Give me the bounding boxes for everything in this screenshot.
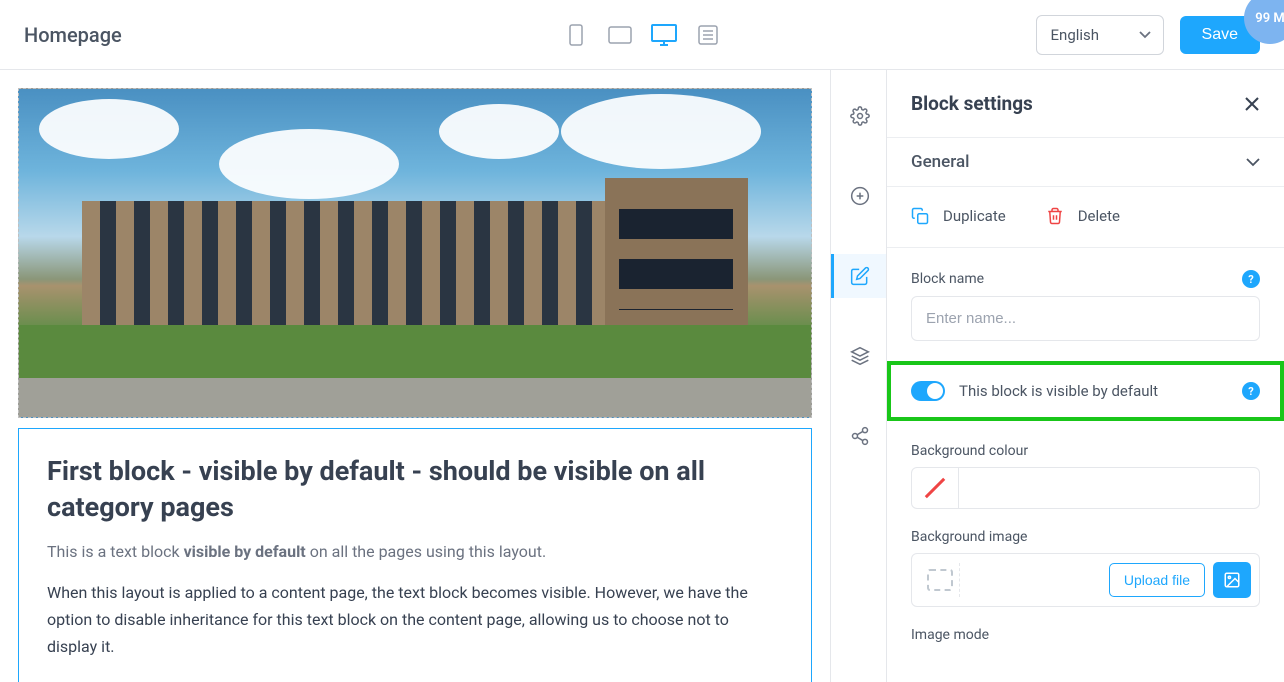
visibility-setting-highlight: This block is visible by default ? bbox=[887, 361, 1284, 421]
chevron-down-icon bbox=[1246, 158, 1260, 167]
viewport-switcher bbox=[562, 21, 722, 49]
desktop-icon bbox=[651, 24, 677, 46]
field-image-mode: Image mode bbox=[911, 627, 1260, 643]
block-name-label: Block name bbox=[911, 271, 984, 287]
duplicate-label: Duplicate bbox=[943, 207, 1006, 225]
sub-bold: visible by default bbox=[184, 542, 306, 561]
block-body: When this layout is applied to a content… bbox=[47, 579, 783, 661]
block-name-label-row: Block name ? bbox=[911, 270, 1260, 288]
image-library-button[interactable] bbox=[1213, 562, 1251, 598]
panel-header: Block settings bbox=[887, 70, 1284, 137]
mobile-icon bbox=[569, 24, 583, 46]
delete-button[interactable]: Delete bbox=[1046, 207, 1120, 225]
upload-file-button[interactable]: Upload file bbox=[1109, 563, 1205, 597]
block-heading: First block - visible by default - shoul… bbox=[47, 453, 783, 526]
gear-icon bbox=[850, 106, 870, 126]
help-icon[interactable]: ? bbox=[1242, 270, 1260, 288]
viewport-desktop[interactable] bbox=[650, 21, 678, 49]
menu-icon bbox=[698, 25, 718, 45]
sub-suffix: on all the pages using this layout. bbox=[306, 542, 546, 561]
trash-icon bbox=[1046, 207, 1064, 225]
section-general-body: Duplicate Delete Block name ? bbox=[887, 187, 1284, 671]
colour-value[interactable] bbox=[959, 467, 1260, 509]
image-mode-label: Image mode bbox=[911, 627, 989, 643]
panel-title: Block settings bbox=[911, 92, 1033, 115]
rail-share[interactable] bbox=[831, 414, 886, 458]
slash-icon bbox=[925, 478, 945, 498]
image-icon bbox=[1223, 571, 1241, 589]
layers-icon bbox=[850, 346, 870, 366]
rail-layers[interactable] bbox=[831, 334, 886, 378]
duplicate-icon bbox=[911, 207, 929, 225]
main-area: First block - visible by default - shoul… bbox=[0, 70, 1284, 682]
bg-image-input: Upload file bbox=[911, 553, 1260, 607]
bg-colour-input[interactable] bbox=[911, 467, 1260, 509]
visibility-toggle[interactable] bbox=[911, 381, 945, 401]
divider bbox=[887, 247, 1284, 248]
top-bar: Homepage English Save 99 M bbox=[0, 0, 1284, 70]
section-general[interactable]: General bbox=[887, 137, 1284, 187]
duplicate-button[interactable]: Duplicate bbox=[911, 207, 1006, 225]
viewport-menu[interactable] bbox=[694, 21, 722, 49]
viewport-mobile[interactable] bbox=[562, 21, 590, 49]
edit-icon bbox=[850, 266, 870, 286]
hero-image-block[interactable] bbox=[18, 88, 812, 418]
field-block-name: Block name ? bbox=[911, 270, 1260, 341]
viewport-tablet[interactable] bbox=[606, 21, 634, 49]
image-mode-label-row: Image mode bbox=[911, 627, 1260, 643]
rail-edit[interactable] bbox=[831, 254, 886, 298]
bg-image-label-row: Background image bbox=[911, 529, 1260, 545]
language-selected: English bbox=[1051, 26, 1100, 44]
image-placeholder-icon bbox=[927, 569, 953, 591]
topbar-right: English Save bbox=[1036, 15, 1260, 55]
rail-add[interactable] bbox=[831, 174, 886, 218]
bg-colour-label-row: Background colour bbox=[911, 443, 1260, 459]
field-bg-colour: Background colour bbox=[911, 443, 1260, 509]
chevron-down-icon bbox=[1139, 31, 1151, 39]
plus-circle-icon bbox=[850, 186, 870, 206]
text-block[interactable]: First block - visible by default - shoul… bbox=[18, 428, 812, 682]
share-icon bbox=[850, 426, 870, 446]
field-bg-image: Background image Upload file bbox=[911, 529, 1260, 607]
block-name-input[interactable] bbox=[911, 296, 1260, 341]
delete-label: Delete bbox=[1078, 207, 1120, 225]
page-title: Homepage bbox=[24, 23, 122, 47]
sub-prefix: This is a text block bbox=[47, 542, 184, 561]
section-general-label: General bbox=[911, 152, 969, 172]
no-colour-swatch[interactable] bbox=[911, 467, 959, 509]
settings-panel: Block settings General Duplicate bbox=[886, 70, 1284, 682]
tablet-icon bbox=[608, 26, 632, 44]
bg-colour-label: Background colour bbox=[911, 443, 1028, 459]
duplicate-delete-row: Duplicate Delete bbox=[911, 207, 1260, 225]
close-icon[interactable] bbox=[1244, 96, 1260, 112]
language-select[interactable]: English bbox=[1036, 15, 1164, 55]
rail-settings[interactable] bbox=[831, 94, 886, 138]
canvas[interactable]: First block - visible by default - shoul… bbox=[0, 70, 830, 682]
image-placeholder bbox=[920, 563, 960, 597]
bg-image-label: Background image bbox=[911, 529, 1027, 545]
block-subtext: This is a text block visible by default … bbox=[47, 542, 783, 561]
visibility-label: This block is visible by default bbox=[959, 382, 1228, 400]
help-icon[interactable]: ? bbox=[1242, 382, 1260, 400]
side-rail bbox=[830, 70, 886, 682]
